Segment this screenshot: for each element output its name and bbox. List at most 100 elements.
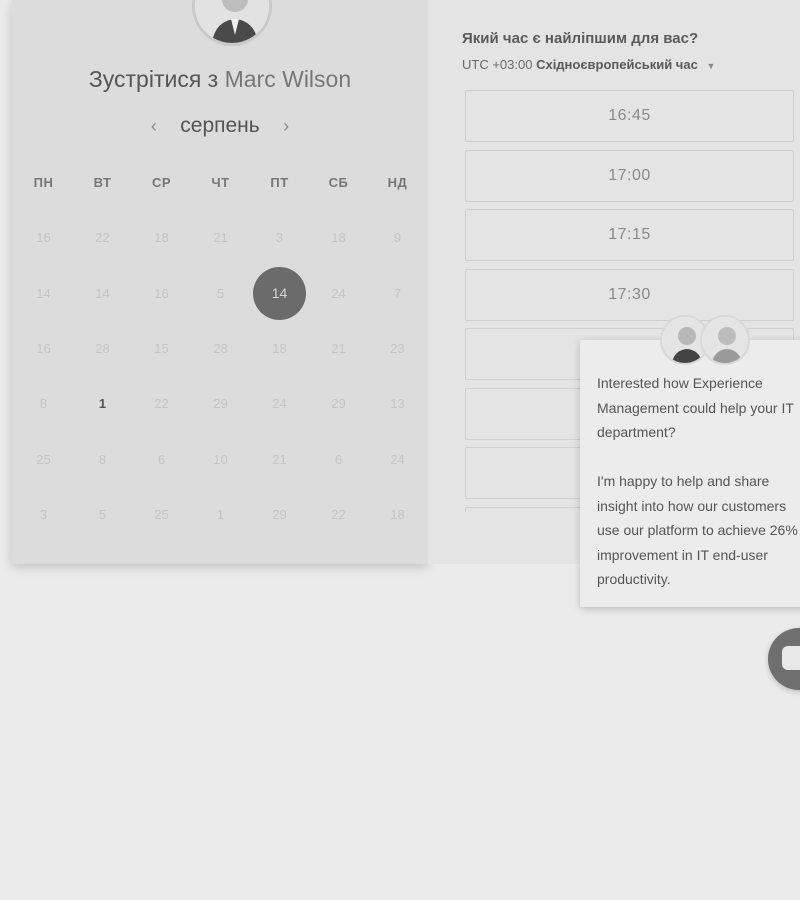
- calendar-day: 3: [250, 230, 309, 245]
- day-number: 7: [393, 285, 402, 301]
- timezone-selector[interactable]: UTC +03:00 Східноєвропейський час ▼: [462, 57, 715, 72]
- day-number: 8: [98, 451, 107, 467]
- day-number: 22: [154, 396, 169, 412]
- day-number: 24: [272, 396, 287, 412]
- day-number: 29: [213, 396, 228, 412]
- time-slot-button[interactable]: 16:45: [465, 90, 794, 142]
- calendar-day: 1: [191, 507, 250, 522]
- day-number: 14: [95, 285, 110, 301]
- month-label: серпень: [180, 114, 260, 137]
- caret-down-icon: ▼: [706, 61, 716, 71]
- calendar-day: 29: [191, 396, 250, 411]
- calendar-day: 25: [132, 507, 191, 522]
- day-number: 15: [154, 340, 169, 356]
- day-number: 25: [36, 451, 51, 467]
- calendar-day: 28: [73, 341, 132, 356]
- day-number: 5: [216, 285, 225, 301]
- calendar-day: 14: [14, 286, 73, 301]
- calendar-day: 16: [14, 341, 73, 356]
- calendar-day: 3: [14, 507, 73, 522]
- day-number: 10: [213, 451, 228, 467]
- weekday-label: ПТ: [270, 175, 289, 190]
- weekday-header: ПН ВТ СР ЧТ ПТ СБ НД: [14, 175, 428, 190]
- calendar-day: 8: [73, 452, 132, 467]
- day-number: 21: [331, 340, 346, 356]
- day-number: 18: [154, 230, 169, 246]
- calendar-day: 22: [309, 507, 368, 522]
- day-number: 18: [390, 507, 405, 523]
- day-number: 16: [36, 230, 51, 246]
- day-number: 5: [98, 507, 107, 523]
- day-number: 28: [213, 340, 228, 356]
- calendar-day: 16: [14, 230, 73, 245]
- day-number: 6: [157, 451, 166, 467]
- meeting-title: Зустрітися з Marc Wilson: [12, 66, 428, 93]
- weekday-label: СБ: [328, 175, 349, 190]
- calendar-day: 5: [73, 507, 132, 522]
- day-number: 29: [272, 507, 287, 523]
- day-number: 24: [331, 285, 346, 301]
- calendar-day: 6: [309, 452, 368, 467]
- calendar-week: 16 28 15 28 18 21 23: [14, 321, 428, 376]
- calendar-week: 8 1 22 29 24 29 13: [14, 376, 428, 431]
- weekday-label: ПН: [33, 175, 54, 190]
- calendar-day: 6: [132, 452, 191, 467]
- calendar-day: 7: [368, 286, 427, 301]
- day-number: 25: [154, 507, 169, 523]
- chat-popup[interactable]: Interested how Experience Management cou…: [580, 340, 800, 607]
- chat-agents: [660, 315, 752, 365]
- calendar-day: 23: [368, 341, 427, 356]
- time-slot-button[interactable]: 17:15: [465, 209, 794, 261]
- calendar-day: 21: [250, 452, 309, 467]
- day-number: 3: [39, 507, 48, 523]
- day-number: 1: [98, 396, 107, 412]
- day-number: 14: [253, 266, 306, 320]
- calendar-day: 8: [14, 396, 73, 411]
- day-number: 24: [390, 451, 405, 467]
- calendar-day: 10: [191, 452, 250, 467]
- chevron-left-icon[interactable]: ‹: [142, 116, 166, 137]
- day-number: 16: [154, 285, 169, 301]
- chevron-right-icon[interactable]: ›: [274, 116, 298, 137]
- calendar-day: 22: [73, 230, 132, 245]
- day-number: 21: [213, 230, 228, 246]
- day-number: 23: [390, 340, 405, 356]
- calendar-day: 29: [250, 507, 309, 522]
- calendar-day: 24: [368, 452, 427, 467]
- calendar-week: 25 8 6 10 21 6 24: [14, 432, 428, 487]
- calendar-day: 24: [250, 396, 309, 411]
- weekday-label: ЧТ: [211, 175, 230, 190]
- day-number: 16: [36, 340, 51, 356]
- host-name: Marc Wilson: [224, 66, 352, 92]
- time-slot-button[interactable]: 17:00: [465, 149, 794, 202]
- day-number: 9: [393, 230, 402, 246]
- day-number: 14: [36, 285, 51, 301]
- day-number: 22: [331, 507, 346, 523]
- calendar-day: 5: [191, 286, 250, 301]
- calendar-day[interactable]: 1: [73, 396, 132, 411]
- timezone-name: Східноєвропейський час: [536, 57, 698, 72]
- calendar-day: 15: [132, 341, 191, 356]
- day-number: 8: [39, 396, 48, 412]
- day-number: 13: [390, 396, 405, 412]
- day-number: 1: [216, 507, 225, 523]
- calendar-day: 9: [368, 230, 427, 245]
- weekday-label: ВТ: [93, 175, 112, 190]
- day-number: 18: [331, 230, 346, 246]
- host-avatar: [192, 0, 272, 46]
- time-slot-button[interactable]: 17:30: [465, 268, 794, 321]
- day-number: 21: [272, 451, 287, 467]
- chat-bubble-icon[interactable]: [768, 628, 800, 690]
- weekday-label: СР: [151, 175, 172, 190]
- calendar-day: 29: [309, 396, 368, 411]
- calendar-day: 24: [309, 286, 368, 301]
- month-navigation: ‹ серпень ›: [12, 114, 428, 138]
- calendar-day: 18: [368, 507, 427, 522]
- calendar-week: 3 5 25 1 29 22 18: [14, 487, 428, 542]
- day-number: 28: [95, 340, 110, 356]
- calendar-day: 14: [73, 286, 132, 301]
- title-prefix: Зустрітися з: [88, 66, 219, 92]
- day-number: 29: [331, 396, 346, 412]
- calendar-day: 28: [191, 341, 250, 356]
- selected-day[interactable]: 14: [250, 266, 309, 320]
